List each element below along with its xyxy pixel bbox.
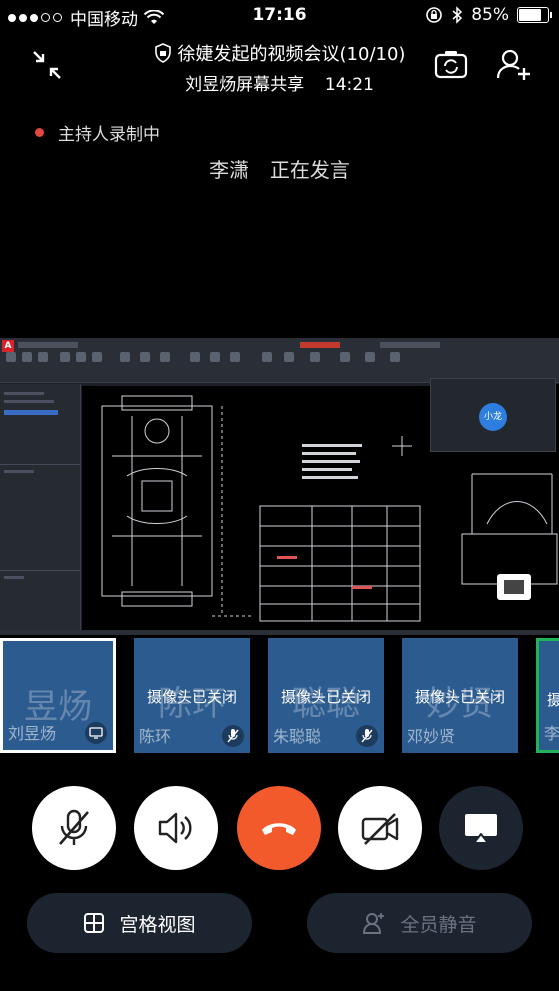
meeting-duration: 14:21 xyxy=(324,75,374,95)
orientation-lock-icon xyxy=(426,7,443,23)
mic-muted-icon xyxy=(59,809,89,845)
participant-tile[interactable]: 昱炀 刘昱炀 xyxy=(0,638,116,753)
cad-side-panel xyxy=(0,384,81,630)
camera-off-label: 摄 xyxy=(547,689,559,710)
participant-tile[interactable]: 陈环 摄像头已关闭 陈环 xyxy=(134,638,250,753)
record-dot-icon xyxy=(35,128,44,137)
call-controls xyxy=(0,786,559,872)
shield-icon xyxy=(154,43,171,63)
participant-name: 朱聪聪 xyxy=(273,727,322,746)
shared-screen[interactable]: A 小龙 xyxy=(0,338,559,635)
meeting-title: 徐婕发起的视频会议(10/10) xyxy=(177,44,406,65)
grid-view-label: 宫格视图 xyxy=(119,913,196,936)
mute-mic-button[interactable] xyxy=(32,786,116,870)
remote-video-thumbnail[interactable]: 小龙 xyxy=(430,378,556,452)
mute-all-button[interactable]: 全员静音 xyxy=(307,893,532,953)
avatar: 小龙 xyxy=(479,403,507,431)
cad-drawing xyxy=(82,386,432,630)
grid-icon xyxy=(84,913,105,933)
airplay-icon xyxy=(465,814,497,844)
battery-icon xyxy=(517,7,552,23)
participant-tile[interactable]: 妙贤 摄像头已关闭 邓妙贤 xyxy=(402,638,518,753)
participant-name: 李 xyxy=(544,724,559,743)
camera-off-label: 摄像头已关闭 xyxy=(280,688,371,706)
screen-mirror-button[interactable] xyxy=(439,786,523,870)
participant-name: 陈环 xyxy=(139,727,172,746)
participant-strip[interactable]: 昱炀 刘昱炀 陈环 摄像头已关闭 陈环 聪聪 摄像头已关闭 朱聪聪 妙贤 摄像头… xyxy=(0,636,559,755)
meeting-header: 徐婕发起的视频会议(10/10) 刘昱炀屏幕共享 14:21 xyxy=(0,36,559,96)
speaker-name: 李潇 xyxy=(209,158,250,182)
mic-muted-icon xyxy=(356,725,378,747)
hang-up-button[interactable] xyxy=(237,786,321,870)
screen-share-icon xyxy=(85,722,107,744)
camera-toggle-button[interactable] xyxy=(338,786,422,870)
active-speaker: 李潇 正在发言 xyxy=(0,154,559,183)
mic-muted-icon xyxy=(222,725,244,747)
add-participant-icon[interactable] xyxy=(495,46,531,82)
hangup-icon xyxy=(262,823,296,835)
status-bar: 中国移动 17:16 85% xyxy=(0,0,559,32)
battery-percent: 85% xyxy=(471,5,509,25)
grid-view-button[interactable]: 宫格视图 xyxy=(27,893,252,953)
camera-off-label: 摄像头已关闭 xyxy=(146,688,237,706)
recording-label: 主持人录制中 xyxy=(58,125,160,145)
cad-ribbon: A xyxy=(0,338,559,383)
mute-all-label: 全员静音 xyxy=(400,913,477,936)
camera-off-label: 摄像头已关闭 xyxy=(414,688,505,706)
bluetooth-icon xyxy=(452,6,463,24)
sharer-label: 刘昱炀屏幕共享 xyxy=(185,75,305,95)
speaker-button[interactable] xyxy=(134,786,218,870)
participant-tile[interactable]: 聪聪 摄像头已关闭 朱聪聪 xyxy=(268,638,384,753)
speaker-icon xyxy=(158,812,192,844)
recording-indicator: 主持人录制中 xyxy=(35,120,160,145)
app-logo: A xyxy=(2,340,14,352)
participant-tile[interactable]: 摄 李 xyxy=(536,638,559,753)
camera-off-icon xyxy=(361,813,399,845)
mute-all-icon xyxy=(363,913,385,934)
participant-name: 邓妙贤 xyxy=(407,727,456,746)
bottom-actions: 宫格视图 全员静音 xyxy=(0,893,559,955)
switch-camera-icon[interactable] xyxy=(433,46,469,82)
participant-name: 刘昱炀 xyxy=(8,724,57,743)
speaking-status: 正在发言 xyxy=(269,158,350,182)
cad-status-bar xyxy=(0,630,559,635)
